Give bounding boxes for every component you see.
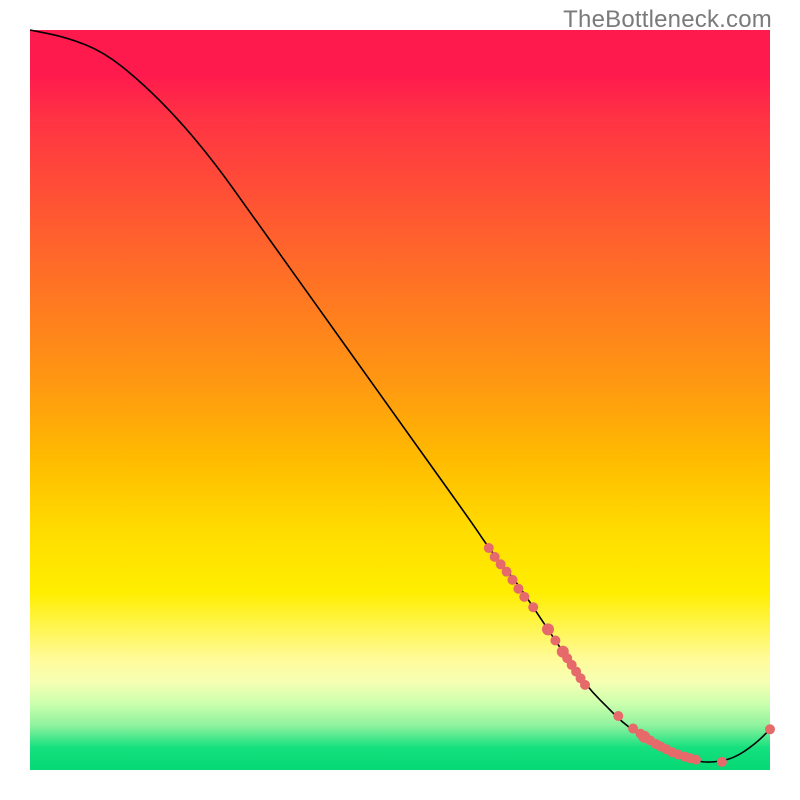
- chart-marker: [513, 584, 523, 594]
- chart-marker: [484, 543, 494, 553]
- chart-curve: [30, 30, 770, 762]
- chart-svg-overlay: [30, 30, 770, 770]
- chart-marker: [502, 567, 512, 577]
- chart-container: TheBottleneck.com: [0, 0, 800, 800]
- chart-marker: [580, 680, 590, 690]
- chart-marker: [528, 602, 538, 612]
- chart-marker: [519, 592, 529, 602]
- chart-marker: [542, 623, 554, 635]
- chart-marker: [613, 711, 623, 721]
- chart-marker: [550, 636, 560, 646]
- chart-marker: [691, 755, 701, 765]
- chart-marker: [765, 724, 775, 734]
- chart-markers: [484, 543, 775, 767]
- chart-marker: [507, 575, 517, 585]
- chart-marker: [717, 757, 727, 767]
